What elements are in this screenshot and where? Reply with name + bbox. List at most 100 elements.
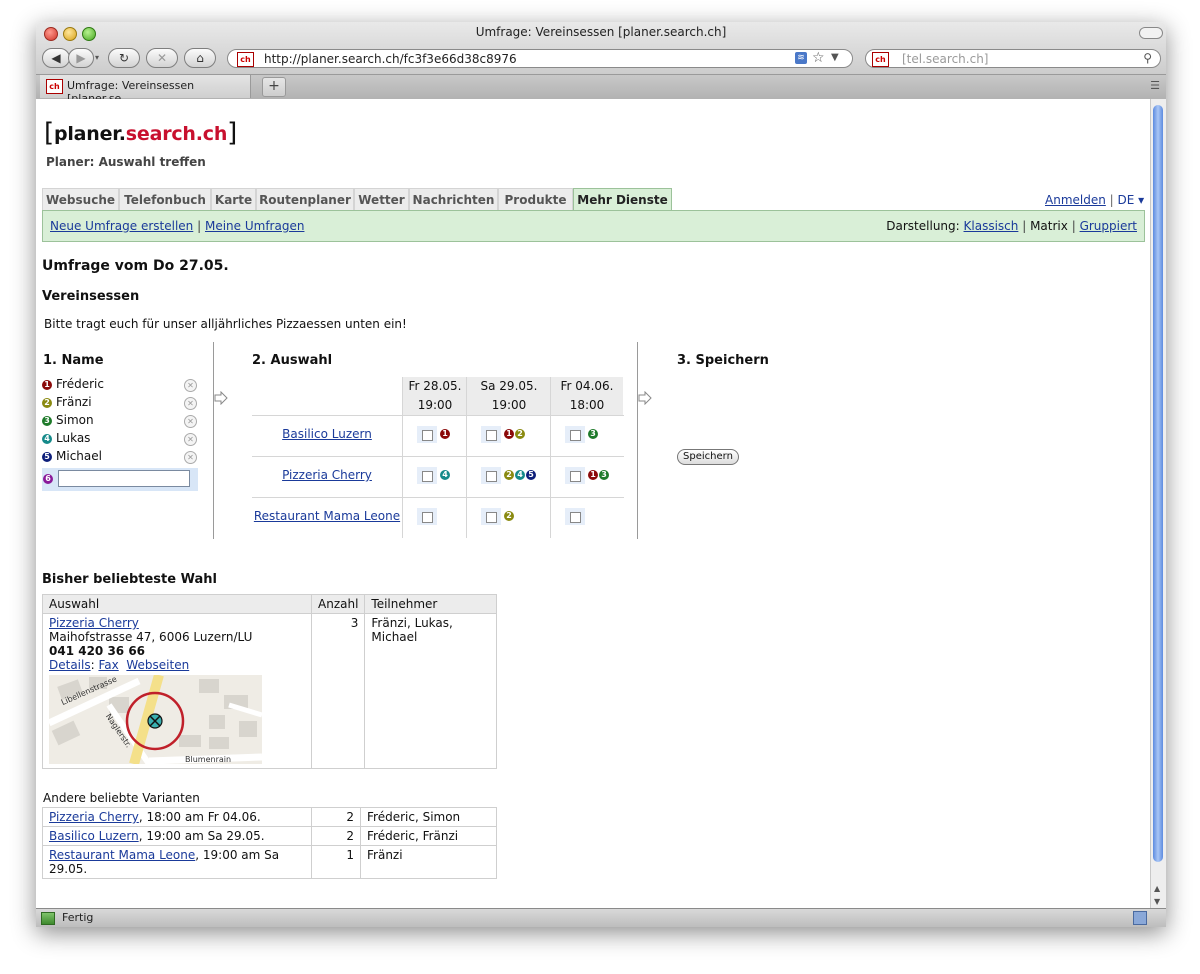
scroll-up-icon[interactable]: ▲ (1154, 884, 1160, 893)
display-matrix-current: Matrix (1030, 219, 1068, 233)
name-input[interactable] (58, 470, 190, 487)
tab-list-icon[interactable]: ☰ (1150, 79, 1160, 92)
option-link[interactable]: Pizzeria Cherry (282, 468, 372, 482)
vote-marker: 1 (440, 428, 450, 439)
vote-checkbox[interactable] (486, 430, 497, 441)
site-logo[interactable]: [planer.search.ch] (44, 117, 237, 148)
nav-tab-mehr-dienste[interactable]: Mehr Dienste ▾ (573, 188, 672, 229)
option-link[interactable]: Basilico Luzern (282, 427, 372, 441)
scroll-down-icon[interactable]: ▼ (1154, 897, 1160, 906)
website-link[interactable]: Webseiten (126, 658, 189, 672)
vote-checkbox[interactable] (422, 471, 433, 482)
other-choice-row: Pizzeria Cherry, 18:00 am Fr 04.06. 2 Fréd… (42, 807, 497, 827)
col-choice-header: Auswahl (42, 594, 312, 614)
vote-checkbox[interactable] (570, 430, 581, 441)
top-choice-link[interactable]: Pizzeria Cherry (49, 616, 139, 630)
vote-checkbox[interactable] (486, 471, 497, 482)
scrollbar-thumb[interactable] (1153, 105, 1163, 862)
location-map[interactable]: Libellenstrasse Naglerstr. Blumenrain (49, 675, 262, 764)
participant-name: Lukas (56, 431, 91, 445)
vote-checkbox[interactable] (422, 512, 433, 523)
vote-marker: 3 (599, 469, 609, 480)
new-poll-link[interactable]: Neue Umfrage erstellen (50, 219, 193, 233)
top-choice-address: Maihofstrasse 47, 6006 Luzern/LU (49, 630, 253, 644)
status-icon (41, 912, 55, 925)
language-select[interactable]: DE ▾ (1118, 193, 1145, 207)
tab-favicon-icon: ch (46, 79, 63, 94)
poll-actions-bar: Neue Umfrage erstellen | Meine Umfragen … (42, 210, 1145, 242)
nav-tab-websuche[interactable]: Websuche (42, 188, 119, 210)
nav-tab-karte[interactable]: Karte (211, 188, 256, 210)
vertical-scrollbar[interactable]: ▲ ▼ (1150, 99, 1166, 909)
vote-marker: 5 (526, 469, 536, 480)
col-count-header: Anzahl (310, 594, 366, 614)
new-tab-button[interactable]: + (262, 77, 286, 97)
step3-heading: 3. Speichern (677, 353, 769, 368)
vote-marker: 3 (588, 428, 598, 439)
other-choice-link[interactable]: Pizzeria Cherry (49, 810, 139, 824)
fax-link[interactable]: Fax (98, 658, 118, 672)
option-link[interactable]: Restaurant Mama Leone (254, 509, 400, 523)
url-text[interactable]: http://planer.search.ch/fc3f3e66d38c8976 (264, 52, 517, 66)
remove-participant-icon[interactable]: ✕ (184, 379, 197, 392)
vote-marker: 1 (588, 469, 598, 480)
nav-tab-routenplaner[interactable]: Routenplaner (256, 188, 354, 210)
other-choices-table: Pizzeria Cherry, 18:00 am Fr 04.06. 2 Fréd… (42, 807, 497, 879)
others-heading: Andere beliebte Varianten (43, 791, 200, 805)
participant-row: 1 Fréderic ✕ (42, 377, 202, 393)
home-button[interactable]: ⌂ (184, 48, 216, 68)
participant-number: 5 (42, 451, 52, 462)
other-choice-link[interactable]: Basilico Luzern (49, 829, 139, 843)
nav-tab-produkte[interactable]: Produkte (498, 188, 573, 210)
display-classic-link[interactable]: Klassisch (964, 219, 1019, 233)
save-button[interactable]: Speichern (677, 449, 739, 465)
separator: | (1109, 193, 1114, 207)
tab-current[interactable]: ch Umfrage: Vereinsessen [planer.se... (40, 75, 251, 105)
vote-markers: 3 (588, 426, 599, 440)
status-bar: Fertig (36, 908, 1166, 927)
history-dropdown-icon[interactable]: ▾ (95, 53, 99, 62)
forward-button[interactable]: ▶ (68, 48, 94, 68)
vote-checkbox[interactable] (486, 512, 497, 523)
my-polls-link[interactable]: Meine Umfragen (205, 219, 304, 233)
page-content: [planer.search.ch] Planer: Auswahl treff… (36, 99, 1151, 909)
nav-tab-nachrichten[interactable]: Nachrichten (409, 188, 498, 210)
vote-checkbox[interactable] (570, 471, 581, 482)
date-header: Fr 04.06. 18:00 (551, 377, 623, 415)
participant-row: 5 Michael ✕ (42, 449, 202, 465)
back-button[interactable]: ◀ (42, 48, 70, 68)
participant-name: Michael (56, 449, 102, 463)
vote-checkbox[interactable] (422, 430, 433, 441)
toolbar-toggle-icon[interactable] (1139, 27, 1163, 39)
remove-participant-icon[interactable]: ✕ (184, 451, 197, 464)
display-grouped-link[interactable]: Gruppiert (1080, 219, 1137, 233)
reload-button[interactable]: ↻ (108, 48, 140, 68)
other-choice-row: Restaurant Mama Leone, 19:00 am Sa 29.05… (42, 845, 497, 879)
details-link[interactable]: Details (49, 658, 91, 672)
remove-participant-icon[interactable]: ✕ (184, 415, 197, 428)
participant-number: 3 (42, 415, 52, 426)
nav-tab-telefonbuch[interactable]: Telefonbuch (119, 188, 211, 210)
remove-participant-icon[interactable]: ✕ (184, 433, 197, 446)
vote-marker: 2 (515, 428, 525, 439)
url-dropdown-icon[interactable]: ▼ (831, 52, 839, 63)
rss-feed-icon[interactable]: ≋ (795, 52, 807, 64)
stop-button[interactable]: ✕ (146, 48, 178, 68)
top-choice-participants: Fränzi, Lukas, Michael (364, 613, 497, 769)
other-choice-participants: Fränzi (360, 845, 497, 879)
search-box[interactable]: ch [tel.search.ch] ⚲ (865, 49, 1161, 68)
top-choice-count: 3 (310, 613, 366, 769)
col-participants-header: Teilnehmer (364, 594, 497, 614)
url-bar[interactable]: ch http://planer.search.ch/fc3f3e66d38c8… (227, 49, 853, 68)
search-engine-icon[interactable]: ch (872, 52, 889, 67)
remove-participant-icon[interactable]: ✕ (184, 397, 197, 410)
login-link[interactable]: Anmelden (1045, 193, 1106, 207)
participant-row: 3 Simon ✕ (42, 413, 202, 429)
nav-tab-wetter[interactable]: Wetter (354, 188, 409, 210)
vote-checkbox[interactable] (570, 512, 581, 523)
bookmark-star-icon[interactable]: ☆ (812, 50, 825, 66)
search-icon[interactable]: ⚲ (1143, 51, 1152, 65)
other-choice-link[interactable]: Restaurant Mama Leone (49, 848, 195, 862)
arrow-right-icon (638, 391, 652, 405)
step1-heading: 1. Name (43, 353, 104, 368)
